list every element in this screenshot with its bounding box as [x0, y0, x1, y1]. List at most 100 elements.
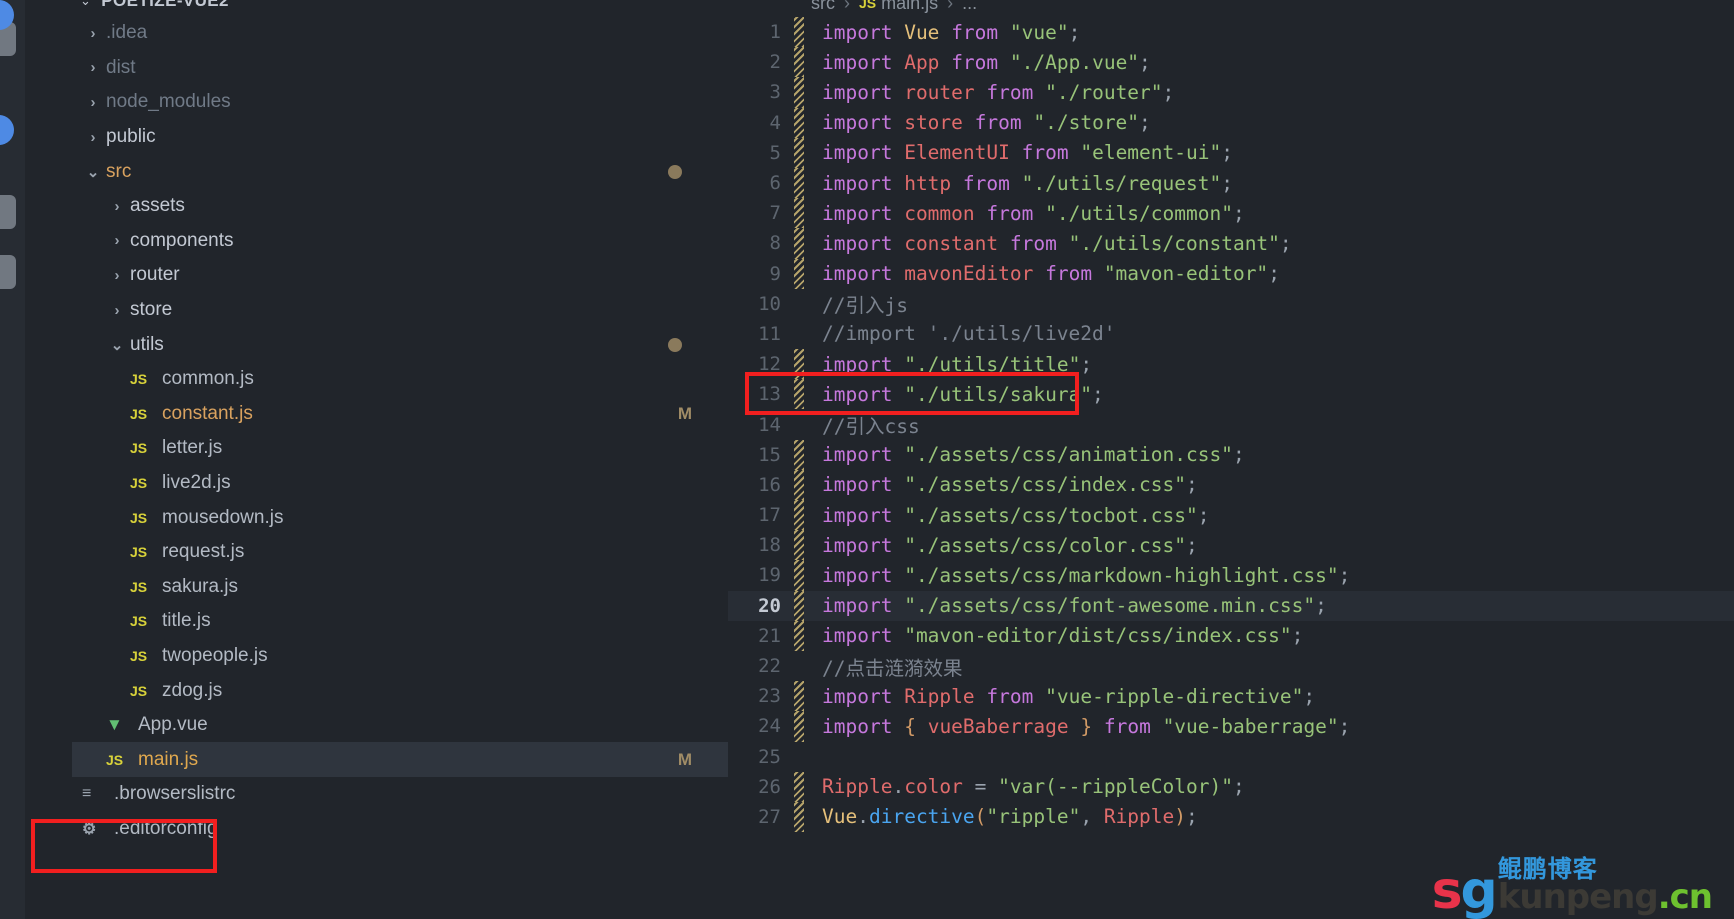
breadcrumb[interactable]: src › JS main.js › ... — [811, 0, 977, 16]
tree-item-router[interactable]: › router — [72, 258, 728, 293]
dirty-diff-gutter — [794, 711, 804, 742]
chevron-right-icon[interactable]: › — [82, 25, 104, 42]
chevron-right-icon[interactable]: › — [82, 59, 104, 76]
explorer-root-header[interactable]: ⌄ POETIZE-VUE2 — [25, 0, 728, 16]
code-line[interactable]: 19 import "./assets/css/markdown-highligh… — [728, 560, 1734, 591]
chevron-right-icon[interactable]: › — [106, 302, 128, 319]
tree-item-node-modules[interactable]: › node_modules — [72, 85, 728, 120]
code-line[interactable]: 2 import App from "./App.vue"; — [728, 47, 1734, 78]
tree-item-browserslistrc[interactable]: ≡ .browserslistrc — [72, 777, 728, 812]
vue-file-icon: ▼ — [106, 715, 123, 735]
chevron-right-icon[interactable]: › — [106, 232, 128, 249]
line-number: 27 — [758, 805, 781, 828]
tree-item-constant-js[interactable]: JS constant.js M — [72, 397, 728, 432]
tree-item-label: constant.js — [162, 402, 253, 424]
tree-item-dist[interactable]: › dist — [72, 51, 728, 86]
dirty-diff-gutter — [794, 258, 804, 289]
tree-item-label: node_modules — [106, 91, 231, 113]
dirty-diff-gutter — [794, 379, 804, 410]
tree-item-components[interactable]: › components — [72, 224, 728, 259]
chevron-down-icon[interactable]: ⌄ — [106, 336, 128, 354]
chevron-right-icon[interactable]: › — [106, 198, 128, 215]
chevron-right-icon[interactable]: › — [106, 267, 128, 284]
tree-item-label: .editorconfig — [114, 817, 218, 839]
code-line[interactable]: 27 Vue.directive("ripple", Ripple); — [728, 801, 1734, 833]
code-line[interactable]: 14 //引入css — [728, 409, 1734, 439]
source-control-icon[interactable] — [0, 195, 16, 229]
code-text: import "./assets/css/animation.css"; — [822, 443, 1245, 467]
dirty-diff-gutter — [794, 590, 804, 621]
code-line[interactable]: 5 import ElementUI from "element-ui"; — [728, 137, 1734, 168]
watermark-g: g — [1460, 860, 1498, 919]
code-line[interactable]: 10 //引入js — [728, 289, 1734, 319]
code-line[interactable]: 22 //点击涟漪效果 — [728, 651, 1734, 681]
code-line[interactable]: 11 //import './utils/live2d' — [728, 319, 1734, 349]
code-line[interactable]: 8 import constant from "./utils/constant"… — [728, 228, 1734, 259]
tree-item-request-js[interactable]: JS request.js — [72, 535, 728, 570]
chevron-down-icon[interactable]: ⌄ — [82, 163, 104, 181]
tree-item-letter-js[interactable]: JS letter.js — [72, 431, 728, 466]
tree-item-mousedown-js[interactable]: JS mousedown.js — [72, 500, 728, 535]
tree-item-common-js[interactable]: JS common.js — [72, 362, 728, 397]
chevron-right-icon[interactable]: › — [82, 129, 104, 146]
tree-item-label: letter.js — [162, 437, 223, 459]
line-number: 8 — [769, 232, 781, 255]
code-line[interactable]: 17 import "./assets/css/tocbot.css"; — [728, 500, 1734, 531]
code-text: //import './utils/live2d' — [822, 322, 1116, 346]
watermark-domain: kunpeng — [1497, 877, 1659, 918]
search-icon-badge[interactable] — [0, 115, 14, 145]
tree-item-public[interactable]: › public — [72, 120, 728, 155]
code-line[interactable]: 26 Ripple.color = "var(--rippleColor)"; — [728, 771, 1734, 802]
code-line[interactable]: 20 import "./assets/css/font-awesome.min.… — [728, 590, 1734, 621]
tree-item-idea[interactable]: › .idea — [72, 16, 728, 51]
tree-item-sakura-js[interactable]: JS sakura.js — [72, 570, 728, 605]
code-line[interactable]: 3 import router from "./router"; — [728, 77, 1734, 108]
tree-item-title-js[interactable]: JS title.js — [72, 604, 728, 639]
file-tree[interactable]: › .idea › dist › node_modules › public ⌄ src › asse… — [72, 16, 728, 919]
tree-item-store[interactable]: › store — [72, 293, 728, 328]
explorer-sidebar: ⌄ POETIZE-VUE2 › .idea › dist › node_modules ›… — [25, 0, 728, 919]
chevron-right-icon[interactable]: › — [82, 94, 104, 111]
code-line[interactable]: 6 import http from "./utils/request"; — [728, 167, 1734, 199]
breadcrumb-folder[interactable]: src — [811, 0, 835, 14]
tree-item-utils[interactable]: ⌄ utils — [72, 327, 728, 362]
dirty-diff-gutter — [794, 167, 804, 199]
code-line[interactable]: 21 import "mavon-editor/dist/css/index.cs… — [728, 620, 1734, 651]
code-line[interactable]: 18 import "./assets/css/color.css"; — [728, 530, 1734, 561]
tree-item-main-js[interactable]: JS main.js M — [72, 742, 728, 778]
run-debug-icon[interactable] — [0, 255, 16, 289]
code-line[interactable]: 15 import "./assets/css/animation.css"; — [728, 439, 1734, 470]
tree-item-twopeople-js[interactable]: JS twopeople.js — [72, 639, 728, 674]
tree-item-live2d-js[interactable]: JS live2d.js — [72, 466, 728, 501]
dirty-diff-gutter — [794, 771, 804, 802]
tree-item-label: main.js — [138, 748, 199, 770]
js-file-icon: JS — [106, 751, 124, 768]
tree-item-editorconfig[interactable]: ⚙ .editorconfig — [72, 812, 728, 847]
breadcrumb-symbol[interactable]: ... — [962, 0, 977, 14]
code-text: import "./assets/css/markdown-highlight.… — [822, 563, 1351, 587]
tree-item-label: title.js — [162, 610, 211, 632]
code-line[interactable]: 9 import mavonEditor from "mavon-editor"; — [728, 258, 1734, 289]
code-line[interactable]: 12 import "./utils/title"; — [728, 349, 1734, 380]
line-number: 11 — [758, 322, 781, 345]
line-number: 5 — [769, 141, 781, 164]
tree-item-app-vue[interactable]: ▼ App.vue — [72, 708, 728, 743]
code-line[interactable]: 7 import common from "./utils/common"; — [728, 198, 1734, 229]
code-lines[interactable]: 1 import Vue from "vue"; 2 import App from … — [728, 17, 1734, 919]
tree-item-zdog-js[interactable]: JS zdog.js — [72, 673, 728, 708]
activity-bar[interactable] — [0, 0, 25, 919]
tree-item-src[interactable]: ⌄ src — [72, 154, 728, 189]
code-line[interactable]: 13 import "./utils/sakura"; — [728, 379, 1734, 410]
code-line[interactable]: 1 import Vue from "vue"; — [728, 17, 1734, 48]
code-line[interactable]: 24 import { vueBaberrage } from "vue-babe… — [728, 711, 1734, 742]
breadcrumb-file[interactable]: main.js — [881, 0, 938, 14]
code-line[interactable]: 23 import Ripple from "vue-ripple-directi… — [728, 681, 1734, 712]
js-file-icon: JS — [130, 475, 148, 492]
code-line[interactable]: 4 import store from "./store"; — [728, 107, 1734, 138]
code-line[interactable]: 25 — [728, 742, 1734, 772]
line-number: 9 — [769, 262, 781, 285]
line-number: 1 — [769, 21, 781, 44]
code-text: import "./assets/css/index.css"; — [822, 473, 1198, 497]
tree-item-assets[interactable]: › assets — [72, 189, 728, 224]
code-line[interactable]: 16 import "./assets/css/index.css"; — [728, 469, 1734, 500]
